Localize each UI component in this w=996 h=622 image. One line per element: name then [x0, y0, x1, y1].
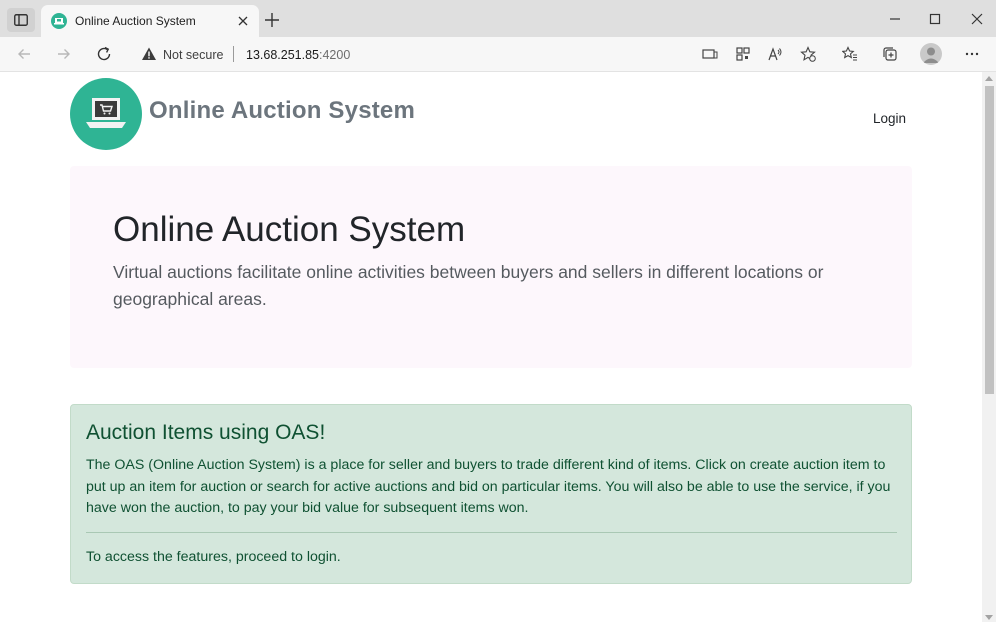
- warning-icon[interactable]: [141, 46, 157, 62]
- profile-avatar-icon[interactable]: [920, 43, 942, 65]
- read-aloud-icon[interactable]: [767, 46, 783, 62]
- url-port: :4200: [319, 48, 351, 62]
- page-viewport: Online Auction System Login Online Aucti…: [0, 72, 982, 622]
- url-text[interactable]: 13.68.251.85:4200: [246, 48, 350, 62]
- alert-body: The OAS (Online Auction System) is a pla…: [86, 457, 891, 516]
- brand-title[interactable]: Online Auction System: [149, 97, 415, 125]
- maximize-icon[interactable]: [926, 10, 944, 28]
- forward-arrow-icon[interactable]: [55, 45, 73, 63]
- favorites-icon[interactable]: [841, 46, 858, 62]
- scroll-up-arrow-icon[interactable]: [985, 76, 993, 81]
- more-options-icon[interactable]: [964, 46, 980, 62]
- refresh-icon[interactable]: [95, 45, 113, 63]
- scroll-down-arrow-icon[interactable]: [985, 615, 993, 620]
- qr-code-icon[interactable]: [735, 46, 751, 62]
- url-host: 13.68.251.85: [246, 48, 319, 62]
- alert-footer-text: To access the features, proceed to login…: [86, 549, 341, 565]
- alert-heading: Auction Items using OAS!: [86, 421, 326, 444]
- shopping-cart-laptop-icon[interactable]: [70, 78, 142, 150]
- browser-tab[interactable]: Online Auction System: [41, 5, 259, 37]
- address-separator: [233, 46, 234, 62]
- tab-title: Online Auction System: [75, 14, 196, 28]
- collections-icon[interactable]: [882, 46, 898, 62]
- browser-toolbar: Not secure 13.68.251.85:4200: [0, 37, 996, 72]
- vertical-scrollbar[interactable]: [982, 72, 996, 622]
- device-icon[interactable]: [702, 46, 718, 62]
- hero-title: Online Auction System: [113, 210, 466, 249]
- browser-titlebar: Online Auction System: [0, 0, 996, 37]
- hero-jumbotron: Online Auction System Virtual auctions f…: [70, 166, 912, 368]
- auction-favicon-icon: [51, 13, 67, 29]
- scrollbar-thumb[interactable]: [985, 86, 994, 394]
- hero-lead-text: Virtual auctions facilitate online activ…: [113, 262, 824, 309]
- login-link[interactable]: Login: [873, 111, 906, 126]
- minimize-icon[interactable]: [886, 10, 904, 28]
- add-favorite-star-icon[interactable]: [800, 46, 816, 62]
- new-tab-plus-icon[interactable]: [263, 11, 281, 29]
- address-bar[interactable]: Not secure 13.68.251.85:4200: [130, 40, 830, 68]
- sidebar-toggle-icon[interactable]: [7, 8, 35, 32]
- window-close-icon[interactable]: [968, 10, 986, 28]
- not-secure-label[interactable]: Not secure: [163, 48, 223, 62]
- info-alert: Auction Items using OAS! The OAS (Online…: [70, 404, 912, 584]
- back-arrow-icon[interactable]: [15, 45, 33, 63]
- alert-divider: [86, 532, 897, 533]
- tab-close-icon[interactable]: [235, 13, 251, 29]
